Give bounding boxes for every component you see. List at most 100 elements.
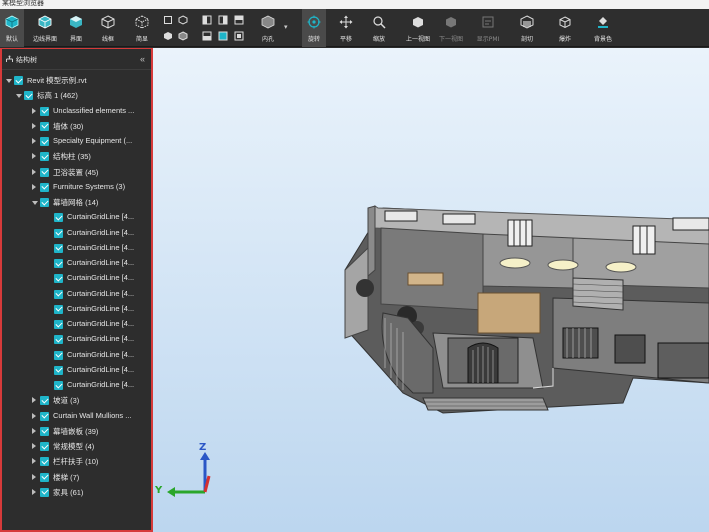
tree-row[interactable]: Specialty Equipment (... <box>2 134 151 149</box>
cube-solid-icon[interactable] <box>163 31 173 41</box>
tree-row[interactable]: 栏杆扶手 (10) <box>2 454 151 469</box>
tree-row[interactable]: 标高 1 (462) <box>2 88 151 103</box>
cube-small-icon[interactable] <box>178 15 188 25</box>
visibility-checkbox[interactable] <box>40 457 49 467</box>
expand-right-icon[interactable] <box>32 443 36 449</box>
simple-button[interactable]: 简显 <box>129 9 155 47</box>
expand-down-icon[interactable] <box>32 201 38 205</box>
visibility-checkbox[interactable] <box>54 243 63 253</box>
visibility-checkbox[interactable] <box>40 167 49 177</box>
tree-row[interactable]: 墙体 (30) <box>2 119 151 134</box>
expand-right-icon[interactable] <box>32 122 36 129</box>
tree-row[interactable]: 幕墙网格 (14) <box>2 195 151 210</box>
tree-row[interactable]: CurtainGridLine [4... <box>2 271 151 286</box>
expand-right-icon[interactable] <box>32 412 36 419</box>
back-view-icon[interactable] <box>218 15 228 25</box>
expand-down-icon[interactable] <box>6 79 12 83</box>
face-button[interactable]: 界面 <box>63 9 89 47</box>
visibility-checkbox[interactable] <box>54 320 63 329</box>
tree-row[interactable]: CurtainGridLine [4... <box>2 287 151 302</box>
tree-row[interactable]: CurtainGridLine [4... <box>2 348 151 363</box>
visibility-checkbox[interactable] <box>40 411 49 421</box>
tree-row[interactable]: CurtainGridLine [4... <box>2 363 151 378</box>
tree-row[interactable]: 坡道 (3) <box>2 393 151 408</box>
tree-row[interactable]: 楼梯 (7) <box>2 470 151 485</box>
visibility-checkbox[interactable] <box>40 396 49 406</box>
visibility-checkbox[interactable] <box>40 487 49 497</box>
inner-view-button[interactable]: 内孔 <box>256 9 280 47</box>
rotate-button[interactable]: 旋转 <box>302 9 326 47</box>
background-color-button[interactable]: 背景色 <box>588 9 618 47</box>
visibility-checkbox[interactable] <box>54 274 63 284</box>
expand-right-icon[interactable] <box>32 168 36 175</box>
tree-row[interactable]: Revit 模型示例.rvt <box>2 73 151 88</box>
visibility-checkbox[interactable] <box>40 106 49 116</box>
top-view-icon[interactable] <box>218 31 228 41</box>
tree-row[interactable]: CurtainGridLine [4... <box>2 241 151 256</box>
visibility-checkbox[interactable] <box>54 228 63 238</box>
visibility-checkbox[interactable] <box>54 335 63 345</box>
visibility-checkbox[interactable] <box>40 426 49 436</box>
right-view-icon[interactable] <box>202 31 212 41</box>
box-outline-icon[interactable] <box>163 15 173 25</box>
tree-row[interactable]: CurtainGridLine [4... <box>2 378 151 393</box>
expand-right-icon[interactable] <box>32 183 36 190</box>
visibility-checkbox[interactable] <box>54 304 63 314</box>
visibility-checkbox[interactable] <box>40 152 49 162</box>
visibility-checkbox[interactable] <box>40 442 49 451</box>
tree-row[interactable]: 常规模型 (4) <box>2 439 151 454</box>
visibility-checkbox[interactable] <box>40 182 49 192</box>
visibility-checkbox[interactable] <box>40 472 49 482</box>
visibility-checkbox[interactable] <box>54 381 63 390</box>
wireframe-button[interactable]: 线框 <box>95 9 121 47</box>
previous-view-button[interactable]: 上一视图 <box>402 9 434 47</box>
tree-row[interactable]: Furniture Systems (3) <box>2 180 151 195</box>
visibility-checkbox[interactable] <box>14 76 23 85</box>
expand-right-icon[interactable] <box>32 153 36 160</box>
expand-right-icon[interactable] <box>32 473 36 480</box>
zoom-button[interactable]: 缩放 <box>367 9 391 47</box>
visibility-checkbox[interactable] <box>54 365 63 375</box>
tree-row[interactable]: 卫浴装置 (45) <box>2 165 151 180</box>
bottom-view-icon[interactable] <box>234 31 244 41</box>
default-view-button[interactable]: 默认 <box>0 9 24 47</box>
visibility-checkbox[interactable] <box>24 91 33 101</box>
expand-right-icon[interactable] <box>32 427 36 434</box>
expand-right-icon[interactable] <box>32 488 36 495</box>
explode-button[interactable]: 爆炸 <box>552 9 578 47</box>
visibility-checkbox[interactable] <box>40 137 49 146</box>
cut-button[interactable]: 剖切 <box>514 9 540 47</box>
visibility-checkbox[interactable] <box>54 213 63 223</box>
dropdown-arrow-icon[interactable]: ▾ <box>284 23 288 31</box>
visibility-checkbox[interactable] <box>40 121 49 131</box>
expand-right-icon[interactable] <box>32 397 36 404</box>
tree-row[interactable]: Unclassified elements ... <box>2 104 151 119</box>
tree-row[interactable]: CurtainGridLine [4... <box>2 256 151 271</box>
tree-row[interactable]: CurtainGridLine [4... <box>2 332 151 347</box>
visibility-checkbox[interactable] <box>54 259 63 268</box>
expand-right-icon[interactable] <box>32 107 36 114</box>
collapse-panel-button[interactable]: « <box>140 54 145 64</box>
tree-row[interactable]: Curtain Wall Mullions ... <box>2 409 151 424</box>
expand-right-icon[interactable] <box>32 458 36 465</box>
pan-button[interactable]: 平移 <box>334 9 358 47</box>
3d-viewport[interactable]: Z Y <box>153 48 709 532</box>
tree-row[interactable]: CurtainGridLine [4... <box>2 302 151 317</box>
edge-face-button[interactable]: 边线界面 <box>30 9 60 47</box>
tree-row[interactable]: CurtainGridLine [4... <box>2 317 151 332</box>
tree-row[interactable]: CurtainGridLine [4... <box>2 226 151 241</box>
next-view-button[interactable]: 下一视图 <box>435 9 467 47</box>
visibility-checkbox[interactable] <box>40 198 49 207</box>
cube-shaded-icon[interactable] <box>178 31 188 41</box>
front-view-icon[interactable] <box>202 15 212 25</box>
building-model[interactable] <box>153 48 709 532</box>
show-pmi-button[interactable]: 显示PMI <box>473 9 503 47</box>
expand-down-icon[interactable] <box>16 94 22 99</box>
tree-row[interactable]: CurtainGridLine [4... <box>2 210 151 225</box>
tree-row[interactable]: 结构柱 (35) <box>2 149 151 164</box>
tree-row[interactable]: 家具 (61) <box>2 485 151 500</box>
expand-right-icon[interactable] <box>32 138 36 144</box>
tree-row[interactable]: 幕墙嵌板 (39) <box>2 424 151 439</box>
visibility-checkbox[interactable] <box>54 289 63 299</box>
visibility-checkbox[interactable] <box>54 350 63 360</box>
